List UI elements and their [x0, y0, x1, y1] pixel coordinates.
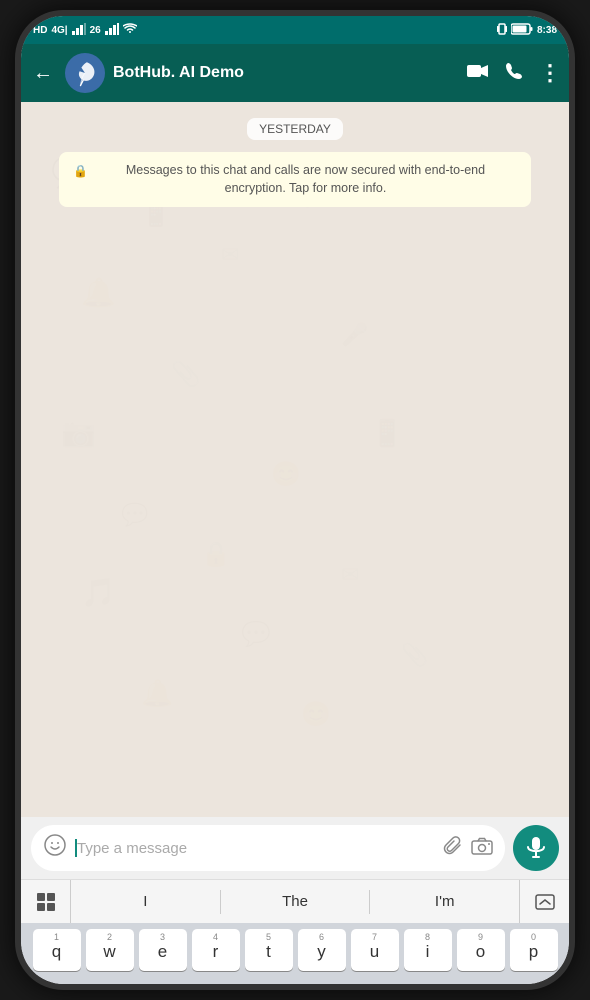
date-label: YESTERDAY — [247, 118, 343, 140]
key-r[interactable]: 4 r — [192, 929, 240, 971]
carrier-hd: HD — [33, 25, 47, 36]
chat-header: ← BotHub. AI Demo — [21, 44, 569, 102]
key-t[interactable]: 5 t — [245, 929, 293, 971]
lock-icon: 🔒 — [73, 163, 88, 180]
camera-button[interactable] — [471, 837, 493, 860]
attach-button[interactable] — [443, 836, 463, 861]
back-button[interactable]: ← — [29, 58, 57, 89]
svg-text:🔔: 🔔 — [141, 678, 173, 708]
security-notice-text: Messages to this chat and calls are now … — [94, 162, 517, 197]
svg-text:😊: 😊 — [271, 461, 301, 488]
more-options-icon[interactable]: ⋮ — [539, 60, 561, 86]
signal-bars-2 — [105, 23, 119, 38]
status-left: HD 4G| 26 — [33, 23, 137, 38]
vibrate-icon — [497, 23, 507, 38]
battery-icon — [511, 23, 533, 38]
key-q[interactable]: 1 q — [33, 929, 81, 971]
video-call-icon[interactable] — [467, 63, 489, 84]
keyboard-row-1: 1 q 2 w 3 e 4 r 5 t — [25, 929, 565, 971]
svg-text:🎤: 🎤 — [341, 321, 368, 347]
suggestion-the[interactable]: The — [221, 885, 370, 918]
key-w[interactable]: 2 w — [86, 929, 134, 971]
key-e[interactable]: 3 e — [139, 929, 187, 971]
input-text-area[interactable] — [75, 839, 435, 857]
message-input-wrapper — [31, 825, 505, 871]
header-info: BotHub. AI Demo — [113, 64, 459, 82]
voice-call-icon[interactable] — [505, 62, 523, 85]
suggestion-i[interactable]: I — [71, 885, 220, 918]
header-actions: ⋮ — [467, 60, 561, 86]
keyboard-suggestions: I The I'm — [21, 879, 569, 923]
carrier-4g: 4G| — [51, 25, 67, 36]
input-area — [21, 817, 569, 879]
svg-text:📎: 📎 — [401, 641, 428, 668]
status-right: 8:38 — [497, 23, 557, 38]
svg-text:🎵: 🎵 — [81, 577, 116, 608]
svg-text:🔒: 🔒 — [201, 541, 231, 568]
key-u[interactable]: 7 u — [351, 929, 399, 971]
key-y[interactable]: 6 y — [298, 929, 346, 971]
keyboard-collapse-button[interactable] — [519, 880, 569, 923]
keyboard-area: 1 q 2 w 3 e 4 r 5 t — [21, 923, 569, 984]
message-input[interactable] — [77, 840, 435, 857]
key-i[interactable]: 8 i — [404, 929, 452, 971]
svg-text:📎: 📎 — [171, 359, 201, 388]
svg-text:📷: 📷 — [61, 417, 96, 449]
svg-text:📱: 📱 — [371, 418, 403, 448]
chat-area: 💬 📱 🔔 ✉ 💬 📎 🎤 📷 😊 💬 📱 🔒 ✉ 🎵 💬 📎 — [21, 102, 569, 817]
phone-frame: HD 4G| 26 — [15, 10, 575, 990]
svg-text:😊: 😊 — [301, 701, 331, 728]
suggestion-im[interactable]: I'm — [370, 885, 519, 918]
svg-text:✉: ✉ — [221, 242, 239, 267]
avatar[interactable] — [65, 53, 105, 93]
emoji-button[interactable] — [43, 833, 67, 863]
key-o[interactable]: 9 o — [457, 929, 505, 971]
svg-text:💬: 💬 — [121, 502, 148, 527]
phone-screen: HD 4G| 26 — [21, 16, 569, 984]
time: 8:38 — [537, 25, 557, 36]
keyboard-grid-icon[interactable] — [21, 880, 71, 923]
security-notice[interactable]: 🔒 Messages to this chat and calls are no… — [59, 152, 531, 207]
wifi-icon — [123, 23, 137, 37]
status-bar: HD 4G| 26 — [21, 16, 569, 44]
signal-26: 26 — [90, 25, 101, 36]
svg-text:💬: 💬 — [241, 620, 271, 648]
svg-text:✉: ✉ — [341, 562, 359, 587]
chat-content: YESTERDAY 🔒 Messages to this chat and ca… — [21, 102, 569, 219]
mic-button[interactable] — [513, 825, 559, 871]
svg-text:🔔: 🔔 — [81, 277, 116, 309]
signal-bars — [72, 23, 86, 38]
contact-name: BotHub. AI Demo — [113, 64, 459, 82]
key-p[interactable]: 0 p — [510, 929, 558, 971]
